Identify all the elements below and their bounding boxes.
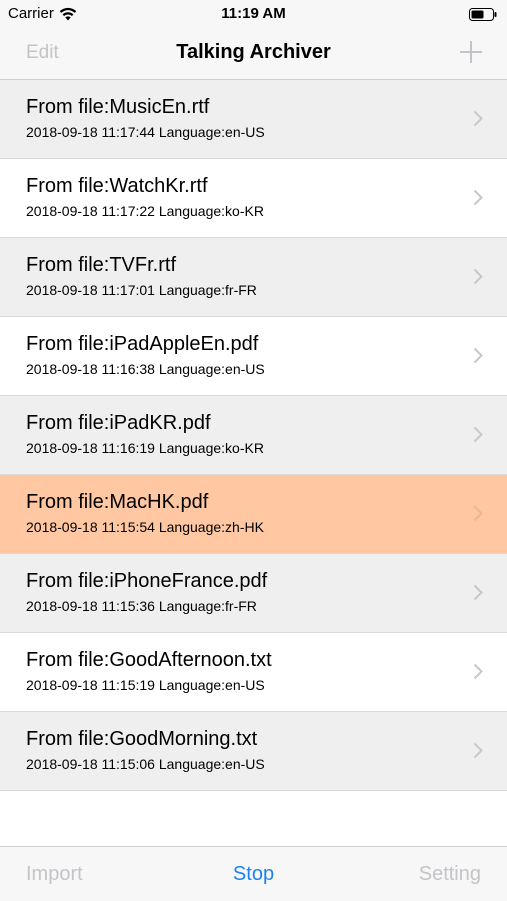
- chevron-right-icon: [473, 189, 483, 206]
- item-subtitle: 2018-09-18 11:16:19 Language:ko-KR: [26, 440, 264, 456]
- battery-icon: [469, 8, 497, 21]
- chevron-right-icon: [473, 584, 483, 601]
- status-time: 11:19 AM: [221, 5, 286, 22]
- item-title: From file:TVFr.rtf: [26, 254, 176, 276]
- list-item[interactable]: From file:WatchKr.rtf 2018-09-18 11:17:2…: [0, 159, 507, 238]
- list-item[interactable]: From file:TVFr.rtf 2018-09-18 11:17:01 L…: [0, 238, 507, 317]
- list-item[interactable]: From file:iPadAppleEn.pdf 2018-09-18 11:…: [0, 317, 507, 396]
- item-title: From file:WatchKr.rtf: [26, 175, 208, 197]
- chevron-right-icon: [473, 505, 483, 522]
- navigation-bar: Edit Talking Archiver: [0, 30, 507, 80]
- item-title: From file:iPhoneFrance.pdf: [26, 570, 268, 592]
- item-title: From file:MusicEn.rtf: [26, 96, 210, 118]
- item-title: From file:iPadAppleEn.pdf: [26, 333, 259, 355]
- item-subtitle: 2018-09-18 11:17:22 Language:ko-KR: [26, 203, 264, 219]
- item-subtitle: 2018-09-18 11:16:38 Language:en-US: [26, 361, 265, 377]
- item-subtitle: 2018-09-18 11:15:19 Language:en-US: [26, 677, 265, 693]
- archive-list: From file:MusicEn.rtf 2018-09-18 11:17:4…: [0, 80, 507, 791]
- item-title: From file:iPadKR.pdf: [26, 412, 211, 434]
- item-subtitle: 2018-09-18 11:15:54 Language:zh-HK: [26, 519, 264, 535]
- item-title: From file:GoodAfternoon.txt: [26, 649, 272, 671]
- item-title: From file:GoodMorning.txt: [26, 728, 258, 750]
- chevron-right-icon: [473, 742, 483, 759]
- list-item[interactable]: From file:MusicEn.rtf 2018-09-18 11:17:4…: [0, 80, 507, 159]
- status-bar: Carrier 11:19 AM: [0, 0, 507, 30]
- setting-button[interactable]: Setting: [419, 863, 481, 886]
- item-subtitle: 2018-09-18 11:17:01 Language:fr-FR: [26, 282, 257, 298]
- plus-icon[interactable]: [459, 40, 483, 64]
- page-title: Talking Archiver: [176, 41, 331, 63]
- bottom-toolbar: Import Stop Setting: [0, 846, 507, 901]
- chevron-right-icon: [473, 347, 483, 364]
- list-item[interactable]: From file:GoodMorning.txt 2018-09-18 11:…: [0, 712, 507, 791]
- list-item[interactable]: From file:iPhoneFrance.pdf 2018-09-18 11…: [0, 554, 507, 633]
- list-item[interactable]: From file:GoodAfternoon.txt 2018-09-18 1…: [0, 633, 507, 712]
- chevron-right-icon: [473, 663, 483, 680]
- chevron-right-icon: [473, 268, 483, 285]
- chevron-right-icon: [473, 110, 483, 127]
- chevron-right-icon: [473, 426, 483, 443]
- item-title: From file:MacHK.pdf: [26, 491, 209, 513]
- list-item[interactable]: From file:iPadKR.pdf 2018-09-18 11:16:19…: [0, 396, 507, 475]
- item-subtitle: 2018-09-18 11:17:44 Language:en-US: [26, 124, 265, 140]
- item-subtitle: 2018-09-18 11:15:06 Language:en-US: [26, 756, 265, 772]
- item-subtitle: 2018-09-18 11:15:36 Language:fr-FR: [26, 598, 257, 614]
- list-item-selected[interactable]: From file:MacHK.pdf 2018-09-18 11:15:54 …: [0, 475, 507, 554]
